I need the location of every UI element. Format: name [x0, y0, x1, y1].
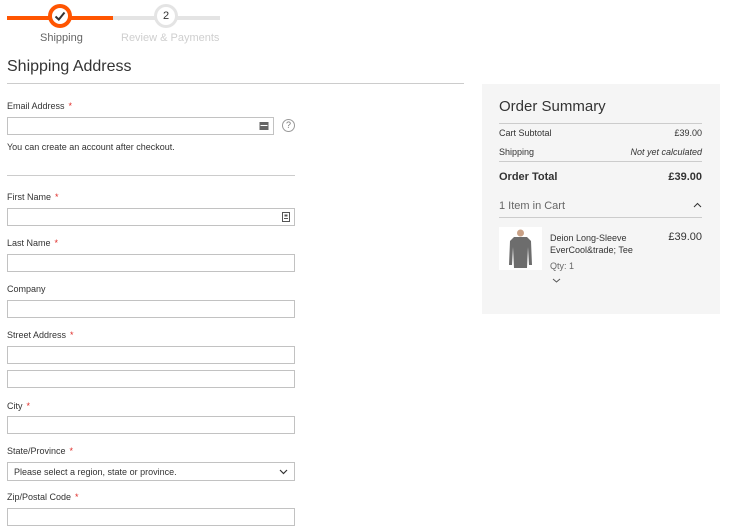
state-label: State/Province * [7, 446, 74, 456]
product-thumbnail[interactable] [499, 227, 542, 270]
checkout-progress-bar: 2 Shipping Review & Payments [0, 0, 230, 50]
company-label: Company [7, 284, 46, 294]
email-label: Email Address * [7, 101, 73, 111]
items-divider [499, 217, 702, 218]
subtotal-value: £39.00 [674, 128, 702, 138]
state-select-value: Please select a region, state or provinc… [14, 467, 177, 477]
order-summary-title: Order Summary [499, 98, 606, 115]
shipping-value: Not yet calculated [630, 147, 702, 157]
step-review-indicator[interactable]: 2 [154, 4, 178, 28]
email-field[interactable] [7, 117, 274, 135]
zip-field[interactable] [7, 508, 295, 526]
step-review-number: 2 [157, 7, 175, 25]
tshirt-image [509, 229, 532, 268]
state-select[interactable]: Please select a region, state or provinc… [7, 462, 295, 481]
street-address-line2-field[interactable] [7, 370, 295, 388]
last-name-label: Last Name * [7, 238, 59, 248]
order-total-label: Order Total [499, 171, 558, 183]
totals-divider [499, 161, 702, 162]
chevron-up-icon[interactable] [693, 201, 702, 209]
help-icon[interactable]: ? [282, 119, 295, 132]
order-total-value: £39.00 [668, 171, 702, 183]
shipping-label: Shipping [499, 147, 535, 157]
summary-divider [499, 123, 702, 124]
chevron-down-icon [279, 469, 288, 475]
first-name-label: First Name * [7, 192, 59, 202]
form-divider [7, 175, 295, 176]
zip-label: Zip/Postal Code * [7, 492, 79, 502]
checkmark-icon [54, 11, 66, 21]
subtotal-label: Cart Subtotal [499, 128, 552, 138]
street-address-line1-field[interactable] [7, 346, 295, 364]
city-label: City * [7, 401, 31, 411]
order-summary: Order Summary Cart Subtotal £39.00 Shipp… [482, 84, 720, 314]
chevron-down-icon[interactable] [552, 277, 561, 284]
street-address-label: Street Address * [7, 330, 74, 340]
product-qty: Qty: 1 [550, 261, 575, 271]
product-price: £39.00 [668, 231, 702, 243]
title-divider [7, 83, 464, 84]
product-name: Deion Long-Sleeve EverCool&trade; Tee [550, 233, 633, 255]
last-name-field[interactable] [7, 254, 295, 272]
first-name-field[interactable] [7, 208, 295, 226]
items-in-cart-toggle[interactable]: 1 Item in Cart [499, 200, 565, 212]
page-title: Shipping Address [7, 58, 132, 75]
email-note: You can create an account after checkout… [7, 142, 175, 152]
step-shipping-indicator [48, 4, 72, 28]
company-field[interactable] [7, 300, 295, 318]
step-review-label[interactable]: Review & Payments [121, 32, 219, 44]
autofill-contact-icon[interactable] [282, 212, 290, 222]
step-shipping-label: Shipping [40, 32, 83, 44]
autofill-card-icon[interactable] [259, 121, 269, 131]
city-field[interactable] [7, 416, 295, 434]
